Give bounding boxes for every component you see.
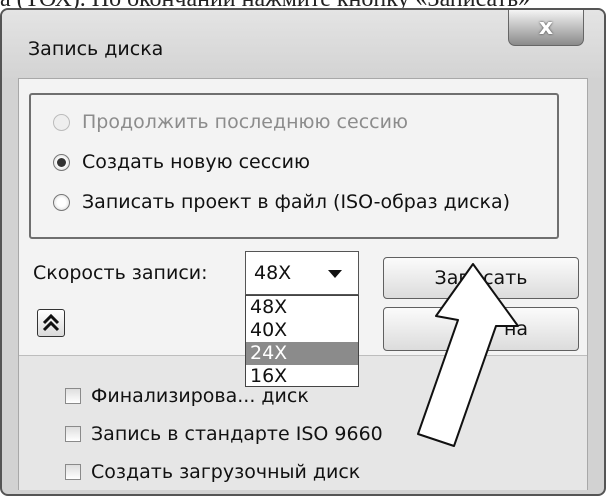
close-button[interactable]: x [508, 10, 584, 46]
checkbox-label: Запись в стандарте ISO 9660 [91, 423, 383, 445]
chevron-down-icon [328, 270, 342, 278]
speed-option[interactable]: 40X [246, 319, 358, 342]
radio-label: Создать новую сессию [82, 151, 310, 173]
radio-continue-session[interactable]: Продолжить последнюю сессию [53, 107, 408, 137]
double-chevron-up-icon [42, 313, 60, 332]
checkbox-iso9660[interactable]: Запись в стандарте ISO 9660 [65, 423, 383, 445]
title-bar: Запись диска x [2, 10, 604, 78]
speed-option[interactable]: 16X [246, 365, 358, 388]
checkbox-bootable[interactable]: Создать загрузочный диск [65, 461, 360, 483]
speed-option[interactable]: 48X [246, 296, 358, 319]
close-icon: x [538, 15, 554, 40]
checkbox-label: Создать загрузочный диск [91, 461, 361, 483]
radio-new-session[interactable]: Создать новую сессию [53, 147, 310, 177]
radio-label: Записать проект в файл (ISO-образ диска) [82, 191, 511, 213]
dialog-title: Запись диска [28, 38, 164, 60]
radio-button[interactable] [53, 153, 70, 171]
radio-button[interactable] [53, 113, 70, 131]
speed-dropdown-list: 48X 40X 24X 16X [245, 295, 359, 387]
speed-option-highlighted[interactable]: 24X [246, 342, 358, 365]
checkbox-finalize[interactable]: Финализирова... диск [65, 385, 309, 407]
checkbox-label: Финализирова... диск [91, 385, 309, 407]
speed-label: Скорость записи: [33, 262, 208, 284]
speed-selected-value: 48X [254, 262, 292, 284]
checkbox[interactable] [65, 388, 81, 404]
checkbox[interactable] [65, 464, 81, 480]
radio-button[interactable] [53, 193, 70, 211]
session-group: Продолжить последнюю сессию Создать нову… [29, 93, 559, 239]
speed-select[interactable]: 48X [245, 251, 359, 295]
annotation-arrow [417, 263, 519, 447]
checkbox[interactable] [65, 426, 81, 442]
radio-write-iso[interactable]: Записать проект в файл (ISO-образ диска) [53, 187, 510, 217]
radio-label: Продолжить последнюю сессию [82, 111, 408, 133]
collapse-options-button[interactable] [37, 309, 65, 337]
